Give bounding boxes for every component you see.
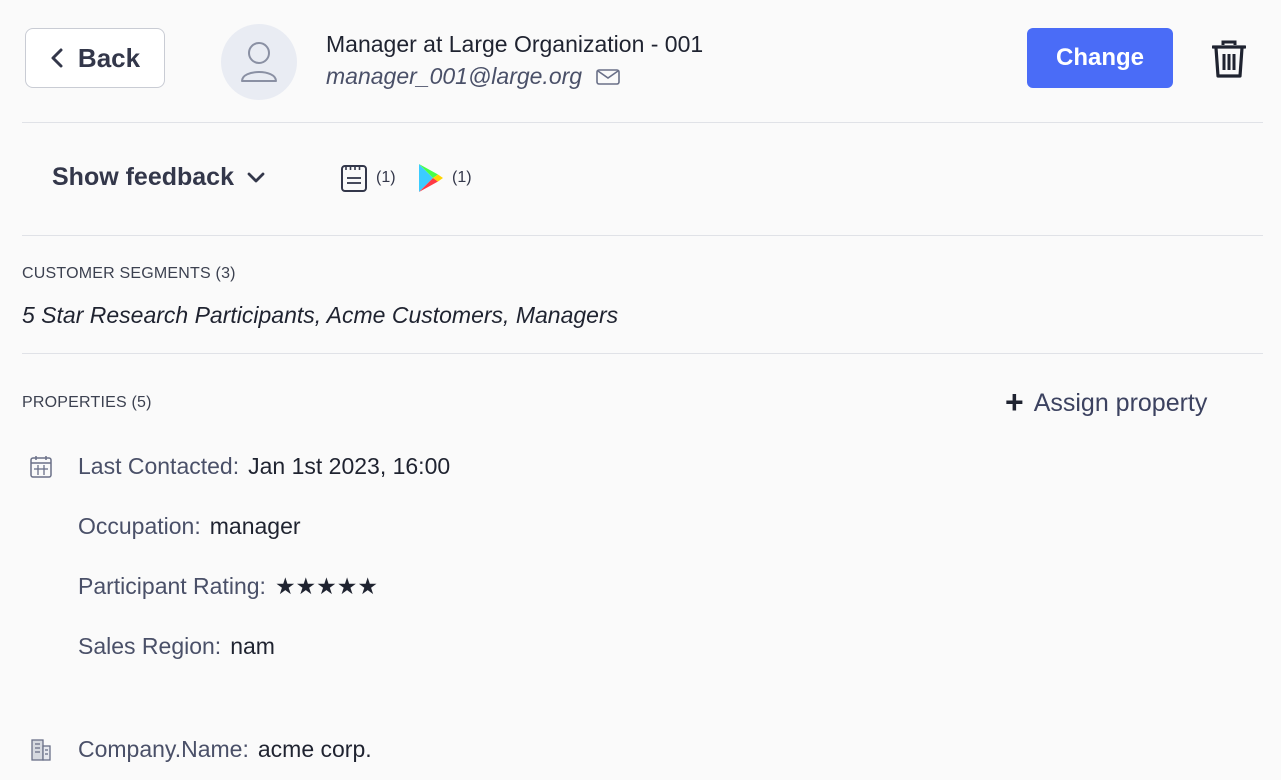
assign-property-label: Assign property: [1033, 389, 1208, 417]
properties-label: PROPERTIES (5): [22, 394, 152, 411]
header-divider: [22, 122, 1263, 123]
property-row: Last Contacted: Jan 1st 2023, 16:00: [78, 453, 450, 480]
trash-icon[interactable]: [1212, 40, 1246, 78]
property-value: Jan 1st 2023, 16:00: [248, 453, 451, 479]
user-icon: [241, 42, 277, 82]
chevron-left-icon: [51, 48, 63, 68]
property-row: Company.Name: acme corp.: [78, 736, 372, 763]
property-row: Participant Rating: ★★★★★: [78, 573, 378, 600]
change-button[interactable]: Change: [1027, 28, 1173, 88]
show-feedback-toggle[interactable]: Show feedback: [52, 163, 266, 192]
property-row: Occupation: manager: [78, 513, 301, 540]
feedback-source-count: (1): [452, 169, 472, 186]
envelope-icon[interactable]: [596, 68, 620, 85]
feedback-source-count: (1): [376, 169, 396, 186]
property-row: Sales Region: nam: [78, 633, 275, 660]
customer-segments-value: 5 Star Research Participants, Acme Custo…: [22, 302, 619, 328]
property-value: nam: [230, 633, 275, 659]
property-key: Occupation:: [78, 513, 201, 539]
property-key: Sales Region:: [78, 633, 222, 659]
segments-divider: [22, 353, 1263, 354]
customer-segments-label: CUSTOMER SEGMENTS (3): [22, 265, 236, 282]
property-key: Last Contacted:: [78, 453, 240, 479]
feedback-source-google-play[interactable]: (1): [418, 163, 472, 193]
google-play-icon: [419, 164, 443, 192]
assign-property-button[interactable]: + Assign property: [1005, 384, 1208, 420]
back-label: Back: [77, 42, 141, 73]
calendar-icon: [30, 456, 52, 478]
avatar: [221, 24, 297, 100]
user-email-text: manager_001@large.org: [326, 63, 583, 89]
show-feedback-label: Show feedback: [52, 163, 234, 191]
feedback-divider: [22, 235, 1263, 236]
back-button[interactable]: Back: [25, 28, 165, 88]
rating-stars: ★★★★★: [274, 573, 379, 599]
building-icon: [31, 739, 51, 761]
plus-icon: +: [1005, 384, 1024, 420]
feedback-source-notes[interactable]: (1): [340, 163, 396, 193]
property-value: manager: [209, 513, 301, 539]
property-key: Participant Rating:: [78, 573, 266, 599]
user-name: Manager at Large Organization - 001: [326, 31, 704, 57]
notepad-icon: [341, 165, 367, 192]
property-key: Company.Name:: [78, 736, 249, 762]
user-email-link[interactable]: manager_001@large.org: [326, 63, 620, 90]
property-value: acme corp.: [257, 736, 372, 762]
chevron-down-icon: [247, 172, 265, 182]
